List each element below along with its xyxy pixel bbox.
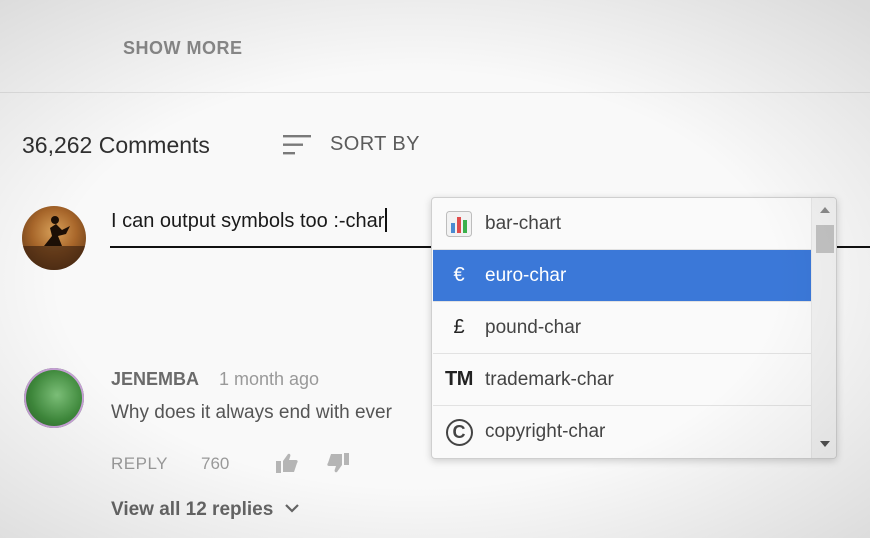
avatar — [24, 368, 84, 428]
sort-icon[interactable] — [283, 134, 313, 156]
bar-chart-icon — [433, 210, 485, 237]
scrollbar-thumb[interactable] — [816, 225, 834, 253]
euro-icon: € — [453, 264, 465, 286]
autocomplete-item-euro-char[interactable]: € euro-char — [433, 250, 811, 302]
thumb-up-icon[interactable] — [275, 452, 299, 474]
comment-text: Why does it always end with ever — [111, 402, 392, 423]
autocomplete-item-pound-char[interactable]: £ pound-char — [433, 302, 811, 354]
autocomplete-dropdown: bar-chart € euro-char £ pound-char TM tr… — [431, 197, 837, 459]
divider — [0, 92, 870, 93]
chevron-down-icon — [284, 504, 299, 513]
autocomplete-item-bar-chart[interactable]: bar-chart — [433, 198, 811, 250]
comment-author[interactable]: JENEMBA — [111, 369, 199, 390]
avatar — [22, 206, 86, 270]
view-replies-label: View all 12 replies — [111, 499, 274, 520]
comments-count: 36,262 Comments — [22, 132, 210, 158]
reply-button[interactable]: REPLY — [111, 454, 168, 474]
autocomplete-item-label: copyright-char — [485, 421, 606, 442]
comment-time[interactable]: 1 month ago — [219, 369, 319, 390]
show-more-button[interactable]: SHOW MORE — [123, 38, 243, 59]
trademark-icon: TM — [445, 368, 473, 390]
sort-by-button[interactable]: SORT BY — [330, 133, 420, 156]
view-replies-button[interactable]: View all 12 replies — [111, 499, 299, 521]
autocomplete-item-label: bar-chart — [485, 212, 562, 234]
pound-icon: £ — [453, 316, 465, 338]
autocomplete-item-label: euro-char — [485, 264, 567, 286]
scroll-down-arrow-icon[interactable] — [820, 441, 830, 447]
thumb-down-icon[interactable] — [326, 452, 350, 474]
autocomplete-item-label: trademark-char — [485, 368, 614, 390]
autocomplete-item-label: pound-char — [485, 316, 582, 338]
autocomplete-item-trademark-char[interactable]: TM trademark-char — [433, 354, 811, 406]
scrollbar[interactable] — [811, 198, 836, 458]
like-count: 760 — [201, 454, 230, 473]
scroll-up-arrow-icon[interactable] — [820, 207, 830, 213]
copyright-icon: C — [433, 418, 485, 446]
autocomplete-item-copyright-char[interactable]: C copyright-char — [433, 406, 811, 458]
